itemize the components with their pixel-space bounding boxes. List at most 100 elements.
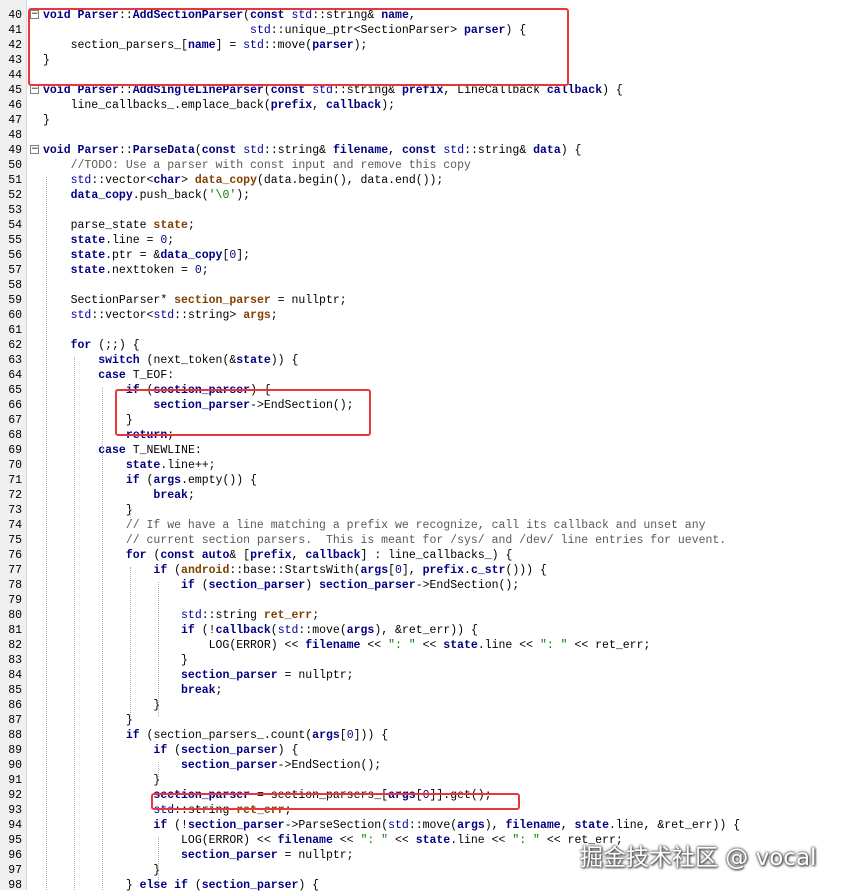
line-number: 40 (8, 9, 22, 22)
indent-guide (158, 837, 159, 882)
code-token: section_parser (208, 579, 306, 592)
fold-toggle-icon[interactable] (30, 145, 39, 154)
code-line: 81 if (!callback(std::move(args), &ret_e… (0, 623, 854, 638)
line-number: 64 (8, 369, 22, 382)
code-token: } (43, 879, 140, 892)
code-token: ; (312, 609, 320, 622)
code-text: case T_NEWLINE: (43, 443, 202, 458)
line-number: 53 (8, 204, 22, 217)
code-line: 54 parse_state state; (0, 218, 854, 233)
code-token: ::move( (408, 819, 458, 832)
code-line: 47} (0, 113, 854, 128)
code-token: LOG(ERROR) << (43, 639, 306, 652)
line-number: 48 (8, 129, 22, 142)
code-token: .line, &ret_err)) { (609, 819, 741, 832)
code-token: android (181, 564, 230, 577)
code-token: section_parser (201, 879, 299, 892)
code-token: (! (194, 624, 216, 637)
code-text: void Parser::ParseData(const std::string… (43, 143, 581, 158)
code-token: const (401, 144, 444, 157)
code-token: filename (277, 834, 333, 847)
code-token: ( (187, 879, 202, 892)
line-number: 42 (8, 39, 22, 52)
code-token: ())) { (505, 564, 547, 577)
code-token: 0 (346, 729, 354, 742)
watermark: 掘金技术社区 @ vocal (580, 845, 817, 871)
code-token: data_copy (194, 174, 257, 187)
line-number: 78 (8, 579, 22, 592)
code-line: 52 data_copy.push_back('\0'); (0, 188, 854, 203)
code-token: } (43, 714, 133, 727)
code-token: .line << (450, 834, 513, 847)
code-token: ": " (539, 639, 568, 652)
line-number: 71 (8, 474, 22, 487)
code-token: > (181, 174, 195, 187)
code-editor[interactable]: 40void Parser::AddSectionParser(const st… (0, 0, 854, 893)
indent-guide (130, 567, 131, 717)
code-token: ] : line_callbacks_) { (360, 549, 513, 562)
code-line: 71 if (args.empty()) { (0, 473, 854, 488)
code-token: , (291, 549, 306, 562)
line-number: 43 (8, 54, 22, 67)
line-number: 82 (8, 639, 22, 652)
code-token: switch (98, 354, 140, 367)
fold-toggle-icon[interactable] (30, 85, 39, 94)
code-token: filename (305, 639, 361, 652)
code-token: break (181, 684, 216, 697)
code-line: 77 if (android::base::StartsWith(args[0]… (0, 563, 854, 578)
code-line: 73 } (0, 503, 854, 518)
line-number: 90 (8, 759, 22, 772)
code-token: ; (187, 489, 195, 502)
code-token: .ptr = & (105, 249, 161, 262)
code-text: state.line = 0; (43, 233, 175, 248)
code-text: } (43, 113, 50, 128)
code-token: state (153, 219, 188, 232)
code-line: 62 for (;;) { (0, 338, 854, 353)
code-token: ->EndSection(); (415, 579, 520, 592)
highlight-box-section-parser-assign (151, 793, 520, 810)
code-token: data_copy (160, 249, 223, 262)
code-token: ::vector< (91, 174, 154, 187)
code-line: 91 } (0, 773, 854, 788)
code-line: 51 std::vector<char> data_copy(data.begi… (0, 173, 854, 188)
code-line: 89 if (section_parser) { (0, 743, 854, 758)
line-number: 95 (8, 834, 22, 847)
code-token: = nullptr; (270, 294, 347, 307)
code-token: filename (332, 144, 389, 157)
line-number: 45 (8, 84, 22, 97)
code-token: :: (118, 144, 133, 157)
code-token: & [ (229, 549, 251, 562)
code-token: ::string& (464, 144, 534, 157)
highlight-box-eof-end-section (115, 389, 371, 436)
code-token: const auto (160, 549, 230, 562)
line-number: 56 (8, 249, 22, 262)
code-token: std (181, 609, 202, 622)
code-token: ]; (236, 249, 251, 262)
code-token: } (43, 654, 188, 667)
line-number: 76 (8, 549, 22, 562)
code-token: prefix (422, 564, 465, 577)
code-token: if (125, 474, 140, 487)
code-token: section_parser (181, 669, 278, 682)
code-text: section_parser = nullptr; (43, 668, 354, 683)
code-token: .push_back( (132, 189, 209, 202)
code-token: args (243, 309, 271, 322)
code-token: ; (187, 219, 195, 232)
code-token: ::string> (174, 309, 244, 322)
code-token: << (360, 639, 389, 652)
code-token: section_parser (181, 744, 278, 757)
code-token: if (181, 579, 195, 592)
indent-guide (158, 582, 159, 717)
code-text: } else if (section_parser) { (43, 878, 319, 893)
code-line: 79 (0, 593, 854, 608)
line-number: 75 (8, 534, 22, 547)
code-token: ret_err (263, 609, 313, 622)
code-line: 58 (0, 278, 854, 293)
